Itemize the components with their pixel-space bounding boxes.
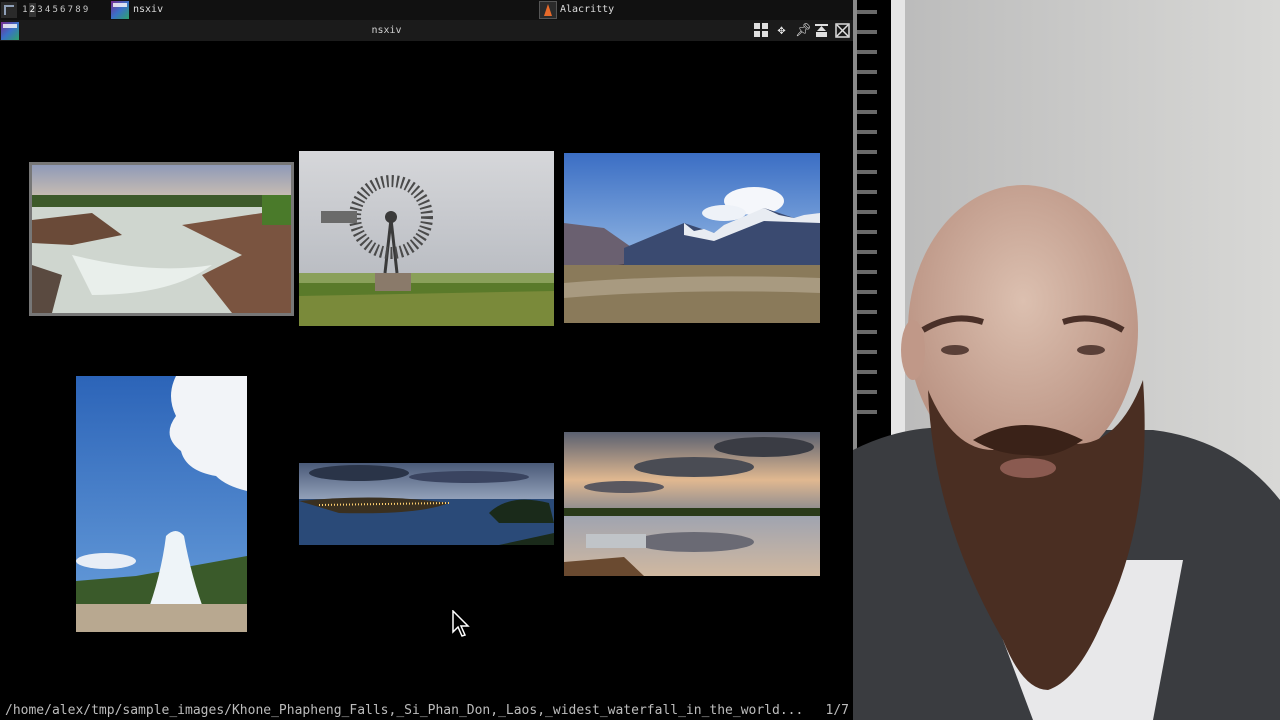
webcam-image: [853, 0, 1280, 720]
mouse-cursor-icon: [452, 609, 470, 638]
nsxiv-icon[interactable]: [111, 1, 129, 19]
window-title: nsxiv: [371, 25, 402, 36]
thumbnail-geyser[interactable]: [76, 376, 247, 632]
fullscreen-icon[interactable]: [835, 23, 850, 38]
task-nsxiv-label[interactable]: nsxiv: [133, 3, 163, 17]
status-file-path: /home/alex/tmp/sample_images/Khone_Phaph…: [5, 703, 804, 718]
window-titlebar[interactable]: nsxiv ✥ 📌︎: [0, 20, 853, 41]
layout-icon[interactable]: [1, 2, 17, 18]
window-manager-bar: 1 2 3 4 5 6 7 8 9 nsxiv Alacritty: [0, 0, 853, 20]
thumbnail-grid[interactable]: [0, 41, 853, 700]
alacritty-icon[interactable]: [539, 1, 557, 19]
thumbnail-waterfall[interactable]: [29, 162, 294, 316]
workspace-6[interactable]: 6: [59, 3, 67, 17]
thumbnail-mountains[interactable]: [564, 153, 820, 323]
task-alacritty-label[interactable]: Alacritty: [560, 3, 614, 17]
workspace-3[interactable]: 3: [36, 3, 44, 17]
workspace-7[interactable]: 7: [67, 3, 75, 17]
workspace-9[interactable]: 9: [82, 3, 90, 17]
tile-layout-icon[interactable]: [754, 23, 769, 38]
status-image-count: 1/7: [825, 703, 849, 718]
webcam-overlay: [853, 0, 1280, 720]
workspace-2[interactable]: 2: [28, 3, 37, 17]
workspace-5[interactable]: 5: [51, 3, 59, 17]
workspace-list: 1 2 3 4 5 6 7 8 9: [21, 3, 89, 17]
thumbnail-lake-sunset[interactable]: [564, 432, 820, 576]
move-icon[interactable]: ✥: [774, 23, 789, 38]
workspace-4[interactable]: 4: [44, 3, 52, 17]
thumbnail-coastal-town-night[interactable]: [299, 463, 554, 545]
workspace-1[interactable]: 1: [21, 3, 29, 17]
pin-icon[interactable]: 📌︎: [795, 23, 812, 38]
workspace-8[interactable]: 8: [74, 3, 82, 17]
status-bar: /home/alex/tmp/sample_images/Khone_Phaph…: [0, 700, 853, 720]
maximize-icon[interactable]: [814, 23, 829, 38]
thumbnail-windmill[interactable]: [299, 151, 554, 326]
